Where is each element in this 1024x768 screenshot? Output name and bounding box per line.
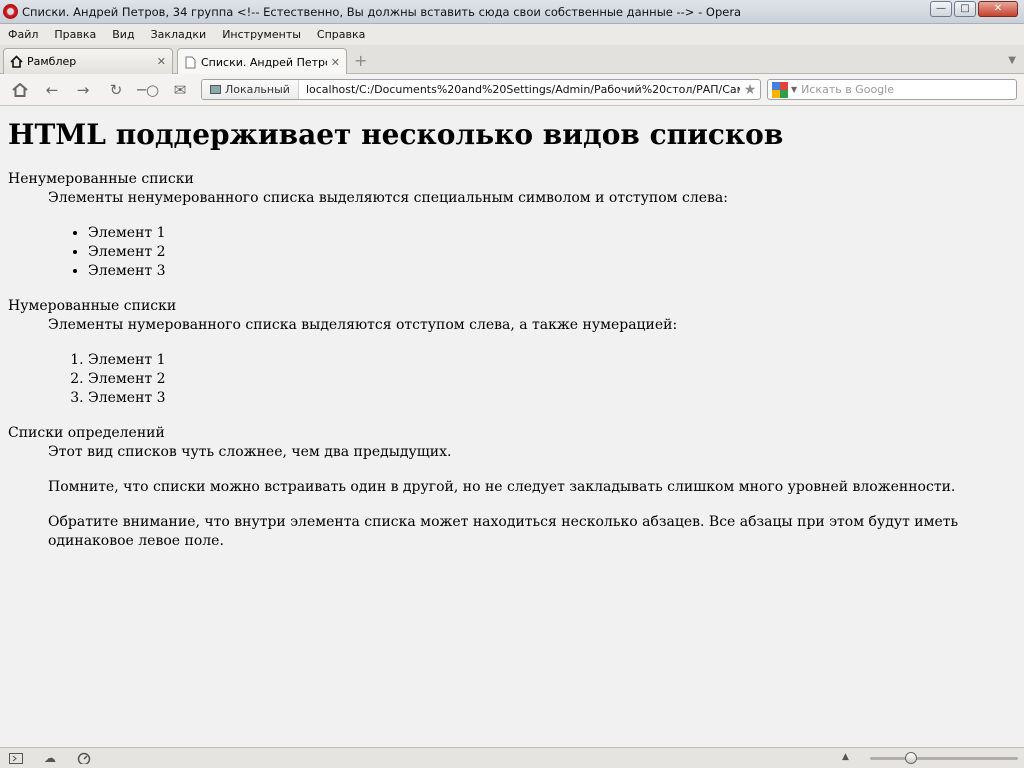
menu-bar: Файл Правка Вид Закладки Инструменты Спр… — [0, 24, 1024, 45]
monitor-icon — [210, 85, 221, 94]
search-field[interactable]: ▼ — [767, 79, 1017, 100]
title-bar: Списки. Андрей Петров, 34 группа <!-- Ес… — [0, 0, 1024, 24]
navigation-toolbar: ← → ↻ ─○ ✉ Локальный localhost/C:/Docume… — [0, 74, 1024, 106]
tab-label: Списки. Андрей Петро... — [201, 55, 327, 69]
menu-file[interactable]: Файл — [8, 28, 38, 41]
arrow-left-icon: ← — [45, 80, 59, 99]
tab-lists[interactable]: Списки. Андрей Петро... ✕ — [177, 48, 347, 75]
cloud-icon[interactable]: ☁ — [42, 751, 58, 765]
list-item: Элемент 1 — [88, 351, 1016, 370]
term-ordered: Нумерованные списки — [8, 298, 177, 314]
reload-icon: ↻ — [109, 80, 123, 99]
tab-close-icon[interactable]: ✕ — [157, 55, 166, 68]
definitions-paragraph: Обратите внимание, что внутри элемента с… — [48, 514, 959, 549]
mail-icon: ✉ — [173, 80, 187, 99]
definitions-paragraph: Этот вид списков чуть сложнее, чем два п… — [48, 444, 452, 460]
definitions-paragraph: Помните, что списки можно встраивать оди… — [48, 479, 956, 495]
forward-button[interactable]: → — [73, 81, 93, 99]
menu-bookmarks[interactable]: Закладки — [151, 28, 207, 41]
desc-unordered-text: Элементы ненумерованного списка выделяют… — [48, 190, 728, 206]
zoom-slider-handle[interactable] — [905, 752, 918, 764]
panel-toggle-icon[interactable] — [8, 751, 24, 765]
desc-unordered: Элементы ненумерованного списка выделяют… — [48, 189, 1016, 281]
document-icon — [185, 56, 196, 68]
maximize-button[interactable]: □ — [954, 1, 976, 17]
site-label: Локальный — [225, 83, 290, 96]
close-button[interactable]: ✕ — [978, 1, 1018, 17]
desc-definitions: Этот вид списков чуть сложнее, чем два п… — [48, 443, 1016, 551]
status-bar: ☁ ▲ — [0, 747, 1024, 768]
tab-rambler[interactable]: Рамблер ✕ — [3, 48, 173, 74]
list-item: Элемент 3 — [88, 262, 1016, 281]
key-icon: ─○ — [136, 80, 160, 99]
home-icon — [12, 83, 28, 97]
triangle-up-icon[interactable]: ▲ — [842, 752, 849, 762]
tab-label: Рамблер — [27, 55, 77, 68]
menu-edit[interactable]: Правка — [54, 28, 96, 41]
chevron-down-icon[interactable]: ▼ — [791, 85, 797, 94]
page-heading: HTML поддерживает несколько видов списко… — [8, 118, 784, 151]
definition-list: Ненумерованные списки Элементы ненумеров… — [8, 170, 1016, 551]
url-text[interactable]: localhost/C:/Documents%20and%20Settings/… — [299, 83, 740, 96]
speedometer-icon[interactable] — [76, 751, 92, 765]
new-tab-button[interactable]: + — [354, 53, 367, 69]
list-item: Элемент 1 — [88, 224, 1016, 243]
site-info-button[interactable]: Локальный — [202, 80, 299, 99]
mail-button[interactable]: ✉ — [170, 81, 190, 99]
ordered-list: Элемент 1 Элемент 2 Элемент 3 — [88, 351, 1016, 408]
google-icon[interactable] — [772, 81, 788, 98]
zoom-slider[interactable] — [870, 752, 1018, 764]
back-button[interactable]: ← — [42, 81, 62, 99]
tab-close-icon[interactable]: ✕ — [331, 56, 340, 69]
bookmark-star-icon[interactable]: ★ — [740, 82, 760, 98]
search-input[interactable] — [801, 83, 1002, 96]
reload-button[interactable]: ↻ — [106, 81, 126, 99]
desc-ordered: Элементы нумерованного списка выделяются… — [48, 316, 1016, 408]
opera-logo-icon[interactable] — [3, 4, 18, 19]
page-content: HTML поддерживает несколько видов списко… — [0, 107, 1024, 747]
menu-view[interactable]: Вид — [112, 28, 134, 41]
desc-ordered-text: Элементы нумерованного списка выделяются… — [48, 317, 678, 333]
window-title: Списки. Андрей Петров, 34 группа <!-- Ес… — [22, 5, 742, 19]
address-bar[interactable]: Локальный localhost/C:/Documents%20and%2… — [201, 79, 761, 100]
wand-button[interactable]: ─○ — [136, 80, 160, 99]
list-item: Элемент 2 — [88, 243, 1016, 262]
list-item: Элемент 3 — [88, 389, 1016, 408]
list-item: Элемент 2 — [88, 370, 1016, 389]
window-controls: — □ ✕ — [930, 1, 1018, 17]
minimize-button[interactable]: — — [930, 1, 952, 17]
term-unordered: Ненумерованные списки — [8, 171, 194, 187]
menu-help[interactable]: Справка — [317, 28, 365, 41]
arrow-right-icon: → — [76, 80, 90, 99]
unordered-list: Элемент 1 Элемент 2 Элемент 3 — [88, 224, 1016, 281]
home-icon — [10, 55, 23, 68]
tab-menu-chevron-icon[interactable]: ▼ — [1008, 55, 1016, 66]
menu-tools[interactable]: Инструменты — [222, 28, 301, 41]
tab-bar: Рамблер ✕ Списки. Андрей Петро... ✕ + ▼ — [0, 45, 1024, 75]
term-definitions: Списки определений — [8, 425, 165, 441]
home-button[interactable] — [10, 81, 30, 99]
